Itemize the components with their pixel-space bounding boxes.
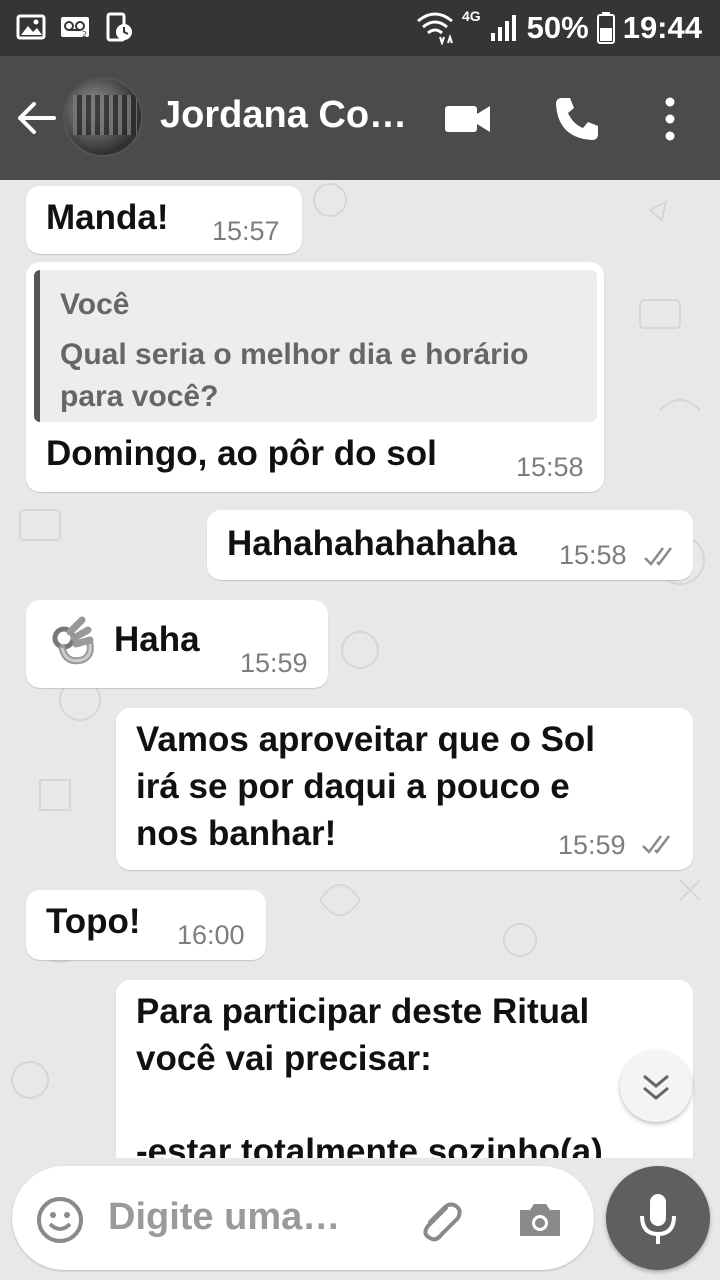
message-text: Domingo, ao pôr do sol xyxy=(46,434,437,473)
gallery-notification-icon xyxy=(16,14,46,40)
message-list[interactable]: Manda! 15:57 Você Qual seria o melhor di… xyxy=(0,180,720,1158)
camera-icon[interactable] xyxy=(516,1196,564,1244)
voicemail-notification-icon: 2 xyxy=(61,17,89,39)
message-time: 15:57 xyxy=(212,216,280,246)
battery-icon xyxy=(596,12,615,44)
message-bubble-outgoing[interactable]: Hahahahahahaha 15:58 xyxy=(207,510,693,580)
attach-icon[interactable] xyxy=(416,1196,464,1244)
message-time: 15:59 xyxy=(558,830,626,860)
double-check-icon xyxy=(644,547,672,566)
contact-avatar[interactable] xyxy=(63,77,143,157)
svg-text:2: 2 xyxy=(82,30,87,39)
message-text: Haha xyxy=(114,620,200,659)
chevron-double-down-icon xyxy=(643,1074,669,1100)
message-bubble-incoming-reply[interactable]: Você Qual seria o melhor dia e horário p… xyxy=(26,262,604,492)
message-text-line: irá se por daqui a pouco e xyxy=(136,767,570,806)
chat-header: Jordana Co… xyxy=(0,56,720,180)
message-text-line: -estar totalmente sozinho(a) xyxy=(136,1132,603,1158)
scroll-to-bottom-button[interactable] xyxy=(620,1050,692,1122)
message-time: 15:58 xyxy=(559,540,627,570)
message-text-line: Vamos aproveitar que o Sol xyxy=(136,720,596,759)
message-text: Hahahahahahaha xyxy=(227,524,517,563)
compose-bar: Digite uma… xyxy=(0,1158,720,1280)
device-clock-notification-icon xyxy=(106,12,132,42)
wifi-icon xyxy=(417,12,453,45)
message-input[interactable]: Digite uma… xyxy=(12,1166,594,1270)
message-text-line: você vai precisar: xyxy=(136,1039,432,1078)
clock: 19:44 xyxy=(622,10,702,45)
more-vert-icon[interactable] xyxy=(645,94,695,144)
message-text-line: nos banhar! xyxy=(136,814,337,853)
signal-icon xyxy=(490,15,516,41)
message-bubble-incoming[interactable]: Topo! 16:00 xyxy=(26,890,266,960)
video-call-icon[interactable] xyxy=(443,94,493,144)
message-bubble-incoming[interactable]: Haha 15:59 xyxy=(26,600,328,688)
message-time: 16:00 xyxy=(177,920,245,950)
message-time: 15:58 xyxy=(516,452,584,482)
emoji-icon[interactable] xyxy=(36,1196,84,1244)
message-text: Topo! xyxy=(46,902,141,941)
status-bar: 2 4G 50% 19:44 xyxy=(0,0,720,56)
ok-hand-emoji-icon xyxy=(52,616,94,665)
back-arrow-icon[interactable] xyxy=(14,96,58,140)
message-bubble-incoming[interactable]: Manda! 15:57 xyxy=(26,186,302,254)
message-text: Manda! xyxy=(46,198,169,237)
phone-icon[interactable] xyxy=(552,94,602,144)
network-type-label: 4G xyxy=(461,8,481,24)
message-input-placeholder: Digite uma… xyxy=(108,1196,341,1238)
message-text-line: Para participar deste Ritual xyxy=(136,992,590,1031)
message-time: 15:59 xyxy=(240,648,308,678)
battery-percent: 50% xyxy=(526,10,589,45)
message-bubble-outgoing[interactable]: Vamos aproveitar que o Sol irá se por da… xyxy=(116,708,693,870)
quoted-message-author: Você xyxy=(60,288,130,321)
quoted-message-text: Qual seria o melhor dia e horário para v… xyxy=(60,338,529,413)
double-check-icon xyxy=(642,835,670,854)
mic-icon xyxy=(640,1194,676,1244)
contact-name[interactable]: Jordana Co… xyxy=(160,94,407,137)
message-bubble-outgoing[interactable]: Para participar deste Ritual você vai pr… xyxy=(116,980,693,1158)
quoted-message[interactable]: Você Qual seria o melhor dia e horário p… xyxy=(34,270,597,422)
voice-message-button[interactable] xyxy=(606,1166,710,1270)
